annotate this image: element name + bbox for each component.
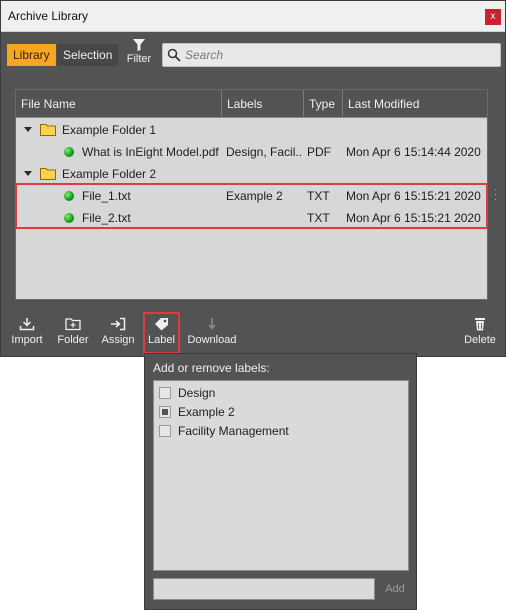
column-header-file-name[interactable]: File Name bbox=[16, 90, 222, 118]
status-dot-icon bbox=[64, 147, 74, 157]
window-title: Archive Library bbox=[8, 9, 89, 23]
label-options-list: Design Example 2 Facility Management bbox=[153, 380, 409, 571]
column-header-last-modified[interactable]: Last Modified bbox=[343, 90, 487, 118]
status-dot-icon bbox=[64, 191, 74, 201]
new-label-input[interactable] bbox=[153, 578, 375, 600]
table-row[interactable]: Example Folder 2 bbox=[16, 163, 487, 185]
assign-label: Assign bbox=[101, 334, 135, 346]
new-folder-button[interactable]: Folder bbox=[55, 317, 91, 351]
file-name: File_1.txt bbox=[82, 189, 131, 203]
search-input[interactable] bbox=[183, 46, 493, 64]
file-tree-table: File Name Labels Type Last Modified Exam… bbox=[15, 89, 488, 300]
archive-library-window: Archive Library x Library Selection Filt… bbox=[0, 0, 506, 357]
search-icon bbox=[167, 48, 181, 62]
import-button[interactable]: Import bbox=[8, 317, 46, 351]
popup-title: Add or remove labels: bbox=[153, 361, 270, 375]
label-label: Label bbox=[148, 334, 175, 346]
import-icon bbox=[19, 318, 35, 331]
file-type: PDF bbox=[307, 145, 331, 159]
caret-down-icon[interactable] bbox=[24, 127, 32, 132]
search-box[interactable] bbox=[162, 43, 501, 67]
tab-selection[interactable]: Selection bbox=[57, 44, 119, 66]
facility-management-checkbox[interactable] bbox=[159, 425, 171, 437]
option-label: Design bbox=[178, 386, 216, 400]
folder-name: Example Folder 2 bbox=[62, 167, 157, 181]
download-button[interactable]: Download bbox=[186, 317, 238, 351]
caret-down-icon[interactable] bbox=[24, 171, 32, 176]
import-label: Import bbox=[11, 334, 43, 346]
file-modified: Mon Apr 6 15:15:21 2020 bbox=[346, 211, 481, 225]
table-row[interactable]: Example Folder 1 bbox=[16, 119, 487, 141]
download-label: Download bbox=[187, 334, 237, 346]
title-bar: Archive Library x bbox=[1, 1, 505, 32]
table-row[interactable]: What is InEight Model.pdf Design, Facil.… bbox=[16, 141, 487, 163]
table-row[interactable]: File_1.txt Example 2 TXT Mon Apr 6 15:15… bbox=[16, 185, 487, 207]
file-modified: Mon Apr 6 15:15:21 2020 bbox=[346, 189, 481, 203]
folder-name: Example Folder 1 bbox=[62, 123, 157, 137]
folder-icon bbox=[40, 168, 56, 180]
example-2-checkbox[interactable] bbox=[159, 406, 171, 418]
close-icon[interactable]: x bbox=[485, 9, 501, 25]
option-label: Example 2 bbox=[178, 405, 235, 419]
filter-label: Filter bbox=[126, 53, 152, 65]
table-header: File Name Labels Type Last Modified bbox=[16, 90, 487, 118]
folder-icon bbox=[40, 124, 56, 136]
column-header-type[interactable]: Type bbox=[304, 90, 343, 118]
tab-library[interactable]: Library bbox=[7, 44, 56, 66]
option-label: Facility Management bbox=[178, 424, 289, 438]
assign-icon bbox=[111, 317, 126, 331]
trash-icon bbox=[475, 318, 485, 331]
file-modified: Mon Apr 6 15:14:44 2020 bbox=[346, 145, 481, 159]
add-label-button[interactable]: Add bbox=[379, 578, 411, 600]
column-header-labels[interactable]: Labels bbox=[222, 90, 304, 118]
file-name: What is InEight Model.pdf bbox=[82, 145, 219, 159]
file-type: TXT bbox=[307, 211, 330, 225]
label-popup: Add or remove labels: Design Example 2 F… bbox=[144, 353, 417, 610]
design-checkbox[interactable] bbox=[159, 387, 171, 399]
label-button[interactable]: Label bbox=[145, 317, 178, 351]
filter-icon bbox=[133, 39, 145, 51]
filter-button[interactable]: Filter bbox=[124, 38, 154, 72]
file-labels: Example 2 bbox=[226, 189, 283, 203]
file-type: TXT bbox=[307, 189, 330, 203]
download-icon bbox=[208, 318, 216, 330]
file-name: File_2.txt bbox=[82, 211, 131, 225]
status-dot-icon bbox=[64, 213, 74, 223]
delete-button[interactable]: Delete bbox=[461, 317, 499, 351]
assign-button[interactable]: Assign bbox=[101, 317, 135, 351]
folder-label: Folder bbox=[57, 334, 89, 346]
table-row[interactable]: File_2.txt TXT Mon Apr 6 15:15:21 2020 bbox=[16, 207, 487, 229]
splitter-handle[interactable]: · · · bbox=[494, 185, 497, 204]
new-folder-icon bbox=[65, 318, 81, 331]
delete-label: Delete bbox=[464, 334, 496, 346]
tag-icon bbox=[154, 318, 168, 331]
file-labels: Design, Facil... bbox=[226, 145, 302, 159]
